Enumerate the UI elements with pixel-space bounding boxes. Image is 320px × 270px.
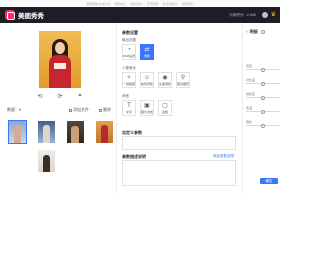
- add-file-button[interactable]: 添加文件: [67, 107, 89, 113]
- thumbnail-2[interactable]: [38, 121, 55, 143]
- app-name: 美图秀秀: [18, 13, 44, 20]
- option-text[interactable]: T 文字: [122, 100, 136, 116]
- section-portrait: 人像美化: [122, 66, 136, 70]
- thumb-figure: [43, 125, 50, 143]
- points-status: 可用积分：2,948: [229, 12, 256, 17]
- preview-book: [54, 63, 66, 69]
- strip-item[interactable]: 联系我们: [130, 2, 142, 6]
- add-checkbox[interactable]: [69, 108, 72, 112]
- option-label: 文字: [125, 109, 132, 114]
- left-divider: [116, 23, 117, 193]
- detail-header[interactable]: ‹ 明细: [244, 28, 280, 36]
- strip-item[interactable]: 请按我们: [182, 2, 194, 6]
- option-label: 瘦身塑形: [177, 81, 190, 86]
- option-label: 头部调整: [159, 81, 172, 86]
- top-info-strip: 编辑帮助在线分享 帮助中心 联系我们 打开网页 有任何疑问 请按我们: [0, 0, 280, 7]
- slider-3[interactable]: 饱和度: [246, 92, 280, 100]
- strip-item[interactable]: 有任何疑问: [163, 2, 178, 6]
- param-desc-box[interactable]: [122, 160, 236, 186]
- apply-button-label: 确定: [265, 178, 273, 183]
- sparkle-icon: ✧: [126, 74, 132, 81]
- preview-face: [55, 42, 65, 54]
- slider-handle[interactable]: [261, 109, 265, 114]
- rotate-left-icon[interactable]: ⟲: [36, 92, 44, 100]
- avatar[interactable]: [261, 12, 268, 18]
- section-other: 其他: [122, 94, 129, 98]
- option-body[interactable]: ⚲ 瘦身塑形: [176, 72, 190, 88]
- option-label: 边框: [161, 109, 168, 114]
- add-param-link[interactable]: 添加参数说明: [213, 154, 234, 159]
- detail-title: 明细: [249, 29, 258, 34]
- frame-icon: ▢: [162, 102, 168, 109]
- option-skin[interactable]: ☺ 肤色调整: [140, 72, 154, 88]
- option-reset[interactable]: ⇄ 重新: [140, 44, 154, 60]
- preview-toolbar: ⟲ ⟳ ⌗: [36, 92, 84, 100]
- strip-item[interactable]: 打开网页: [147, 2, 159, 6]
- option-compose[interactable]: ▣ 图片合成: [140, 100, 154, 116]
- thumb-figure: [14, 125, 21, 143]
- custom-params-box[interactable]: [122, 136, 236, 150]
- option-label: 重新: [143, 53, 150, 58]
- strip-item[interactable]: 帮助中心: [114, 2, 126, 6]
- slider-5[interactable]: 锐化: [246, 120, 280, 128]
- chevron-left-icon[interactable]: ‹: [246, 29, 248, 35]
- section-output: 输出设置: [122, 38, 136, 42]
- preview-body: [49, 55, 71, 88]
- option-head[interactable]: ◉ 头部调整: [158, 72, 172, 88]
- app-logo-icon: [5, 10, 15, 20]
- apply-button[interactable]: 确定: [260, 178, 278, 184]
- strip-item[interactable]: 编辑帮助在线分享: [86, 2, 110, 6]
- option-frame[interactable]: ▢ 边框: [158, 100, 172, 116]
- rotate-right-icon[interactable]: ⟳: [56, 92, 64, 100]
- image-count: 数量：6: [7, 107, 22, 112]
- delete-checkbox[interactable]: [99, 108, 102, 112]
- slider-2[interactable]: 对比度: [246, 78, 280, 86]
- thumb-figure: [101, 125, 108, 143]
- app-header: 美图秀秀 可用积分：2,948 ♛: [0, 7, 280, 23]
- palette-icon: ◔: [127, 46, 131, 53]
- slider-1[interactable]: 亮度: [246, 64, 280, 72]
- delete-button[interactable]: 删除: [97, 107, 111, 113]
- image-icon: ▣: [144, 102, 150, 109]
- body-icon: ⚲: [180, 74, 186, 81]
- thumbnail-1[interactable]: [8, 120, 27, 144]
- head-icon: ◉: [162, 74, 168, 81]
- settings-title: 参数设置: [122, 30, 138, 35]
- shuffle-icon: ⇄: [144, 46, 150, 53]
- option-label: 一键美颜: [123, 81, 136, 86]
- settings-panel: 参数设置 输出设置 ◔ RGB设置 ⇄ 重新 人像美化 ✧ 一键美颜 ☺ 肤色调…: [120, 28, 238, 188]
- option-label: 图片合成: [141, 109, 154, 114]
- slider-handle[interactable]: [261, 67, 265, 72]
- image-preview[interactable]: [39, 31, 81, 88]
- thumbnail-3[interactable]: [67, 121, 84, 143]
- slider-handle[interactable]: [261, 123, 265, 128]
- option-beautify[interactable]: ✧ 一键美颜: [122, 72, 136, 88]
- thumbnail-5[interactable]: [38, 150, 55, 172]
- face-icon: ☺: [143, 74, 151, 81]
- crown-icon[interactable]: ♛: [271, 12, 276, 18]
- slider-handle[interactable]: [261, 81, 265, 86]
- gallery-bar: 数量：6 添加文件 删除: [7, 106, 113, 114]
- thumb-figure: [43, 155, 50, 172]
- option-label: RGB设置: [122, 53, 136, 58]
- header-right: 可用积分：2,948 ♛: [229, 7, 276, 23]
- detail-panel: ‹ 明细 亮度 对比度 饱和度 色温 锐化 确定: [244, 28, 280, 188]
- slider-handle[interactable]: [261, 95, 265, 100]
- help-icon[interactable]: [260, 30, 265, 34]
- slider-4[interactable]: 色温: [246, 106, 280, 114]
- thumbnail-4[interactable]: [96, 121, 113, 143]
- text-icon: T: [127, 102, 131, 109]
- add-file-label: 添加文件: [73, 107, 89, 112]
- option-label: 肤色调整: [141, 81, 154, 86]
- option-rgb[interactable]: ◔ RGB设置: [122, 44, 136, 60]
- right-divider: [242, 23, 243, 193]
- crop-icon[interactable]: ⌗: [76, 92, 84, 100]
- app-window: 编辑帮助在线分享 帮助中心 联系我们 打开网页 有任何疑问 请按我们 美图秀秀 …: [0, 0, 280, 270]
- delete-label: 删除: [103, 107, 111, 112]
- thumb-figure: [71, 126, 79, 143]
